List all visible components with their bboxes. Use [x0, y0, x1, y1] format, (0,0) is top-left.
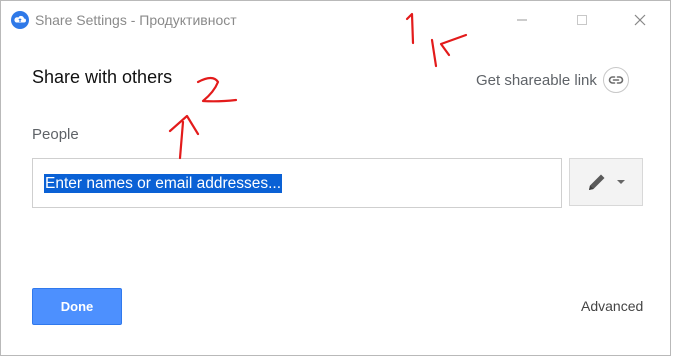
minimize-icon[interactable]: [513, 11, 531, 29]
close-icon[interactable]: [631, 11, 649, 29]
people-input[interactable]: Enter names or email addresses...: [32, 158, 562, 208]
get-shareable-link[interactable]: Get shareable link: [476, 67, 629, 93]
share-settings-window: Share Settings - Продуктивност Share wit…: [0, 0, 671, 356]
title-bar[interactable]: Share Settings - Продуктивност: [1, 1, 670, 39]
window-title: Share Settings - Продуктивност: [35, 12, 237, 28]
link-icon[interactable]: [602, 67, 629, 93]
done-button[interactable]: Done: [32, 288, 122, 325]
people-label: People: [32, 126, 79, 143]
shareable-link-label[interactable]: Get shareable link: [476, 72, 597, 89]
dialog-title: Share with others: [32, 67, 173, 87]
pencil-icon: [588, 174, 604, 190]
cloud-upload-icon: [11, 11, 29, 29]
permission-dropdown-button[interactable]: [569, 158, 643, 206]
people-input-placeholder[interactable]: Enter names or email addresses...: [44, 174, 283, 193]
caret-down-icon: [616, 180, 625, 184]
maximize-icon[interactable]: [573, 11, 591, 29]
advanced-link[interactable]: Advanced: [581, 298, 643, 314]
